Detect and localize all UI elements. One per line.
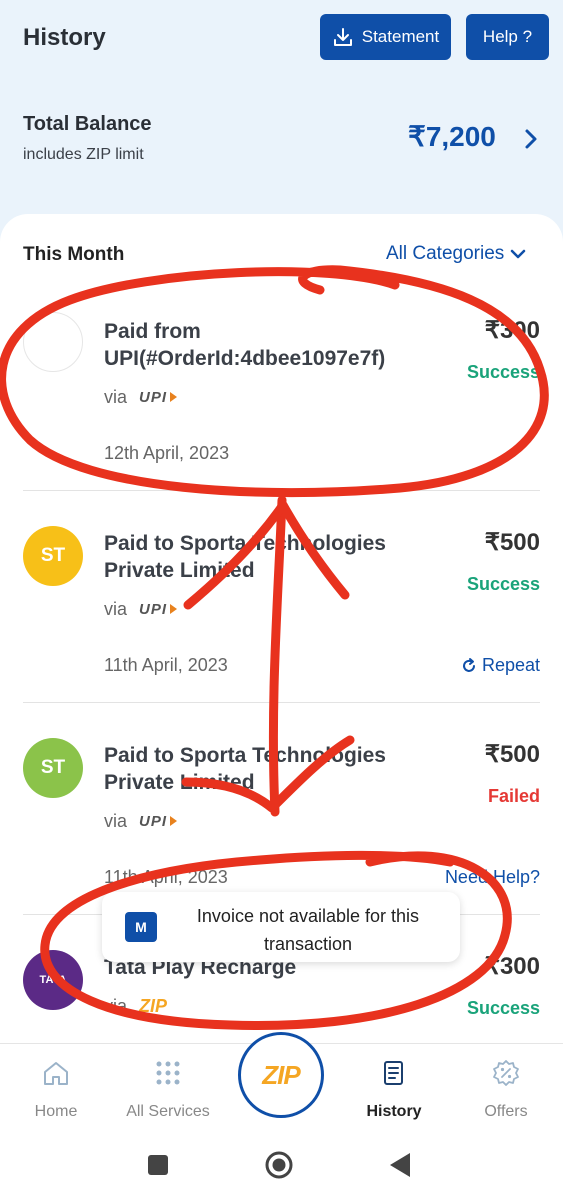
statement-button[interactable]: Statement: [320, 14, 451, 60]
transaction-item[interactable]: ST Paid to Sporta Technologies Private L…: [0, 492, 563, 702]
transaction-item[interactable]: Paid from UPI(#OrderId:4dbee1097e7f) via…: [0, 280, 563, 490]
home-circle-icon[interactable]: [264, 1150, 294, 1180]
transaction-date: 11th April, 2023: [104, 655, 228, 675]
transaction-status: Success: [466, 998, 540, 1018]
transaction-amount: ₹500: [484, 741, 540, 768]
history-icon: [384, 1061, 403, 1085]
repeat-icon: [462, 657, 475, 672]
chevron-right-icon[interactable]: [522, 126, 540, 152]
via-label: via: [104, 996, 128, 1016]
via-label: via: [104, 811, 128, 831]
category-filter[interactable]: All Categories: [386, 243, 526, 265]
transaction-status: Success: [466, 362, 540, 382]
offers-icon: [493, 1060, 519, 1086]
transaction-via: via UPI: [104, 599, 178, 620]
nav-all-services-label: All Services: [126, 1103, 210, 1120]
transaction-title: Paid from UPI(#OrderId:4dbee1097e7f): [104, 320, 386, 370]
nav-history-label: History: [366, 1103, 422, 1120]
zip-logo-icon: ZIP: [139, 996, 168, 1016]
transaction-title: Paid to Sporta Technologies Private Limi…: [104, 744, 386, 794]
invoice-toast: M Invoice not available for this transac…: [102, 892, 460, 962]
home-icon: [44, 1062, 68, 1085]
repeat-label: Repeat: [481, 655, 540, 675]
transaction-status: Success: [466, 574, 540, 594]
balance-title: Total Balance: [23, 113, 152, 135]
nav-history[interactable]: History: [339, 1044, 449, 1134]
nav-home[interactable]: Home: [1, 1044, 111, 1134]
zip-icon: ZIP: [262, 1059, 300, 1090]
balance-subtitle: includes ZIP limit: [23, 146, 144, 163]
nav-home-label: Home: [34, 1103, 78, 1120]
back-icon[interactable]: [388, 1151, 412, 1179]
divider: [23, 490, 540, 491]
upi-logo-icon: UPI: [139, 389, 178, 406]
nav-offers-label: Offers: [484, 1103, 528, 1120]
balance-amount[interactable]: ₹7,200: [408, 120, 496, 153]
need-help-link[interactable]: Need Help?: [445, 867, 540, 888]
grid-icon: [156, 1061, 180, 1085]
transaction-date: 12th April, 2023: [104, 443, 230, 463]
avatar: ST: [23, 526, 83, 586]
divider: [23, 702, 540, 703]
transaction-via: via ZIP: [104, 996, 167, 1017]
nav-all-services[interactable]: All Services: [113, 1044, 223, 1134]
transaction-date: 11th April, 2023: [104, 867, 228, 887]
upi-logo-icon: UPI: [139, 601, 178, 618]
via-label: via: [104, 387, 128, 407]
nav-offers[interactable]: Offers: [451, 1044, 561, 1134]
transaction-via: via UPI: [104, 387, 178, 408]
toast-text: Invoice not available for this transacti…: [196, 906, 420, 954]
mobikwik-icon: M: [125, 912, 157, 942]
help-button[interactable]: Help ?: [466, 14, 549, 60]
recents-icon[interactable]: [146, 1153, 170, 1177]
chevron-down-icon: [511, 249, 526, 259]
nav-zip-button[interactable]: ZIP: [238, 1032, 324, 1118]
category-filter-label: All Categories: [386, 243, 505, 264]
transaction-amount: ₹300: [484, 317, 540, 344]
system-nav-bar: [0, 1133, 563, 1200]
transaction-via: via UPI: [104, 811, 178, 832]
header: History Statement Help ?: [0, 0, 563, 80]
tata-avatar: TATA: [23, 950, 83, 1010]
transaction-title: Paid to Sporta Technologies Private Limi…: [104, 532, 386, 582]
transaction-amount: ₹300: [484, 953, 540, 980]
download-icon: [333, 28, 352, 46]
avatar: ST: [23, 738, 83, 798]
page-title: History: [23, 24, 106, 51]
transaction-status: Failed: [487, 786, 540, 806]
via-label: via: [104, 599, 128, 619]
statement-label: Statement: [361, 27, 440, 46]
avatar: [23, 312, 83, 372]
transaction-item[interactable]: ST Paid to Sporta Technologies Private L…: [0, 704, 563, 914]
upi-logo-icon: UPI: [139, 813, 178, 830]
period-label: This Month: [23, 244, 125, 265]
repeat-button[interactable]: Repeat: [460, 655, 540, 676]
transaction-amount: ₹500: [484, 529, 540, 556]
